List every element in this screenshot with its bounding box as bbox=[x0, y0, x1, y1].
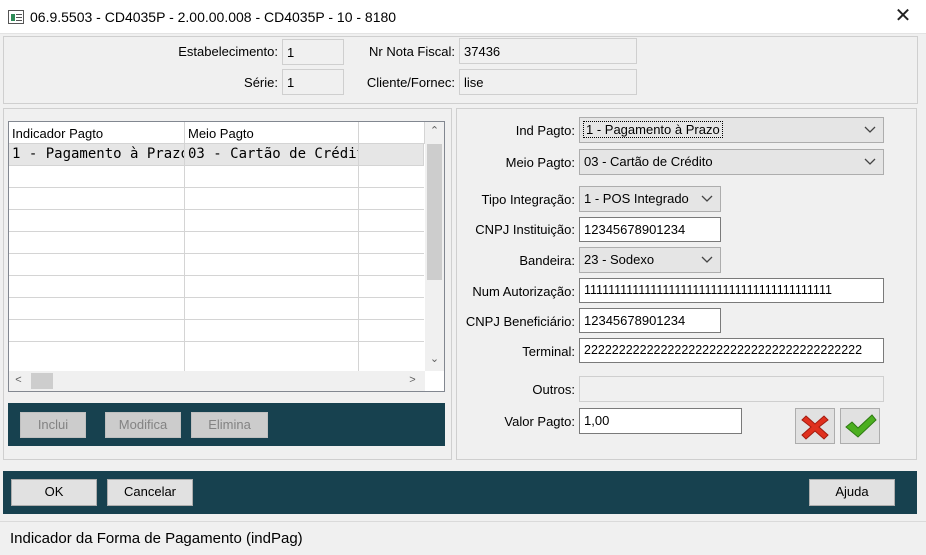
horizontal-scrollbar[interactable]: < > bbox=[9, 371, 425, 391]
ind-pagto-label: Ind Pagto: bbox=[515, 123, 575, 138]
table-row[interactable]: 1 - Pagamento à Prazo 03 - Cartão de Cré… bbox=[9, 144, 424, 166]
column-header-indicador[interactable]: Indicador Pagto bbox=[9, 122, 185, 144]
chevron-down-icon bbox=[864, 126, 876, 133]
cnpj-beneficiario-label: CNPJ Beneficiário: bbox=[465, 314, 575, 329]
horizontal-scroll-thumb[interactable] bbox=[31, 373, 53, 389]
table-cell bbox=[185, 188, 359, 210]
valor-pagto-label: Valor Pagto: bbox=[504, 414, 575, 429]
status-text: Indicador da Forma de Pagamento (indPag) bbox=[10, 530, 303, 547]
table-cell bbox=[9, 188, 185, 210]
cnpj-instituicao-label: CNPJ Instituição: bbox=[475, 222, 575, 237]
table-row[interactable] bbox=[9, 210, 424, 232]
payments-grid[interactable]: Indicador Pagto Meio Pagto 1 - Pagamento… bbox=[8, 121, 445, 392]
table-cell bbox=[9, 166, 185, 188]
table-cell bbox=[9, 232, 185, 254]
chevron-down-icon bbox=[701, 256, 713, 263]
table-cell bbox=[359, 144, 424, 166]
red-x-icon bbox=[801, 415, 829, 440]
outros-label: Outros: bbox=[532, 382, 575, 397]
table-cell bbox=[185, 276, 359, 298]
nr-nota-label: Nr Nota Fiscal: bbox=[369, 44, 455, 59]
meio-pagto-label: Meio Pagto: bbox=[505, 155, 575, 170]
cnpj-instituicao-input[interactable]: 12345678901234 bbox=[579, 217, 721, 242]
table-cell bbox=[185, 232, 359, 254]
table-row[interactable] bbox=[9, 166, 424, 188]
table-cell bbox=[9, 254, 185, 276]
table-row[interactable] bbox=[9, 298, 424, 320]
table-cell bbox=[9, 298, 185, 320]
vertical-scrollbar[interactable]: ⌃ ⌄ bbox=[425, 122, 444, 371]
tipo-integracao-value: 1 - POS Integrado bbox=[584, 191, 689, 206]
table-cell bbox=[9, 210, 185, 232]
tipo-integracao-select[interactable]: 1 - POS Integrado bbox=[579, 186, 721, 212]
ok-button[interactable]: OK bbox=[11, 479, 97, 506]
num-autorizacao-input[interactable]: 1111111111111111111111111111111111111111… bbox=[579, 278, 884, 303]
footer-button-bar: OK Cancelar Ajuda bbox=[3, 471, 917, 514]
meio-pagto-select[interactable]: 03 - Cartão de Crédito bbox=[579, 149, 884, 175]
table-cell bbox=[185, 210, 359, 232]
title-bar: 06.9.5503 - CD4035P - 2.00.00.008 - CD40… bbox=[0, 0, 926, 34]
serie-label: Série: bbox=[244, 75, 278, 90]
bandeira-value: 23 - Sodexo bbox=[584, 252, 655, 267]
table-row[interactable] bbox=[9, 342, 424, 371]
scroll-left-icon[interactable]: < bbox=[9, 371, 28, 390]
scroll-up-icon[interactable]: ⌃ bbox=[425, 122, 444, 141]
tipo-integracao-label: Tipo Integração: bbox=[481, 192, 575, 207]
table-row[interactable] bbox=[9, 232, 424, 254]
close-icon[interactable]: ✕ bbox=[880, 0, 926, 34]
column-header-meio[interactable]: Meio Pagto bbox=[185, 122, 359, 144]
cancel-entry-button[interactable] bbox=[795, 408, 835, 444]
ind-pagto-select[interactable]: 1 - Pagamento à Prazo bbox=[579, 117, 884, 143]
bandeira-select[interactable]: 23 - Sodexo bbox=[579, 247, 721, 273]
valor-pagto-input[interactable]: 1,00 bbox=[579, 408, 742, 434]
terminal-label: Terminal: bbox=[522, 344, 575, 359]
table-row[interactable] bbox=[9, 254, 424, 276]
table-cell bbox=[9, 320, 185, 342]
table-cell bbox=[185, 166, 359, 188]
cancelar-button[interactable]: Cancelar bbox=[107, 479, 193, 506]
estabelecimento-field[interactable]: 1 bbox=[282, 39, 344, 65]
table-cell bbox=[9, 342, 185, 371]
cnpj-beneficiario-input[interactable]: 12345678901234 bbox=[579, 308, 721, 333]
confirm-entry-button[interactable] bbox=[840, 408, 880, 444]
green-check-icon bbox=[845, 414, 877, 438]
scroll-right-icon[interactable]: > bbox=[403, 371, 422, 390]
column-header-empty bbox=[359, 122, 425, 144]
ind-pagto-value: 1 - Pagamento à Prazo bbox=[583, 121, 723, 138]
chevron-down-icon bbox=[864, 158, 876, 165]
scroll-down-icon[interactable]: ⌄ bbox=[425, 350, 444, 369]
estabelecimento-label: Estabelecimento: bbox=[178, 44, 278, 59]
table-row[interactable] bbox=[9, 276, 424, 298]
table-cell bbox=[185, 320, 359, 342]
cliente-field[interactable]: lise bbox=[459, 69, 637, 95]
vertical-scroll-thumb[interactable] bbox=[427, 144, 442, 280]
nr-nota-field[interactable]: 37436 bbox=[459, 38, 637, 64]
chevron-down-icon bbox=[701, 195, 713, 202]
serie-field[interactable]: 1 bbox=[282, 69, 344, 95]
meio-pagto-value: 03 - Cartão de Crédito bbox=[584, 154, 713, 169]
table-row[interactable] bbox=[9, 320, 424, 342]
ajuda-button[interactable]: Ajuda bbox=[809, 479, 895, 506]
terminal-input[interactable]: 2222222222222222222222222222222222222222 bbox=[579, 338, 884, 363]
table-cell bbox=[185, 342, 359, 371]
table-cell bbox=[185, 298, 359, 320]
table-cell: 1 - Pagamento à Prazo bbox=[9, 144, 185, 166]
table-cell: 03 - Cartão de Crédito bbox=[185, 144, 359, 166]
elimina-button[interactable]: Elimina bbox=[191, 412, 268, 438]
status-bar: Indicador da Forma de Pagamento (indPag) bbox=[0, 521, 926, 555]
table-cell bbox=[185, 254, 359, 276]
app-icon bbox=[8, 10, 24, 24]
outros-field[interactable] bbox=[579, 376, 884, 402]
table-row[interactable] bbox=[9, 188, 424, 210]
num-autorizacao-label: Num Autorização: bbox=[472, 284, 575, 299]
grid-button-bar: Inclui Modifica Elimina bbox=[8, 403, 445, 446]
modifica-button[interactable]: Modifica bbox=[105, 412, 181, 438]
bandeira-label: Bandeira: bbox=[519, 253, 575, 268]
cliente-label: Cliente/Fornec: bbox=[366, 75, 455, 90]
table-cell bbox=[9, 276, 185, 298]
inclui-button[interactable]: Inclui bbox=[20, 412, 86, 438]
window-title: 06.9.5503 - CD4035P - 2.00.00.008 - CD40… bbox=[30, 9, 397, 25]
